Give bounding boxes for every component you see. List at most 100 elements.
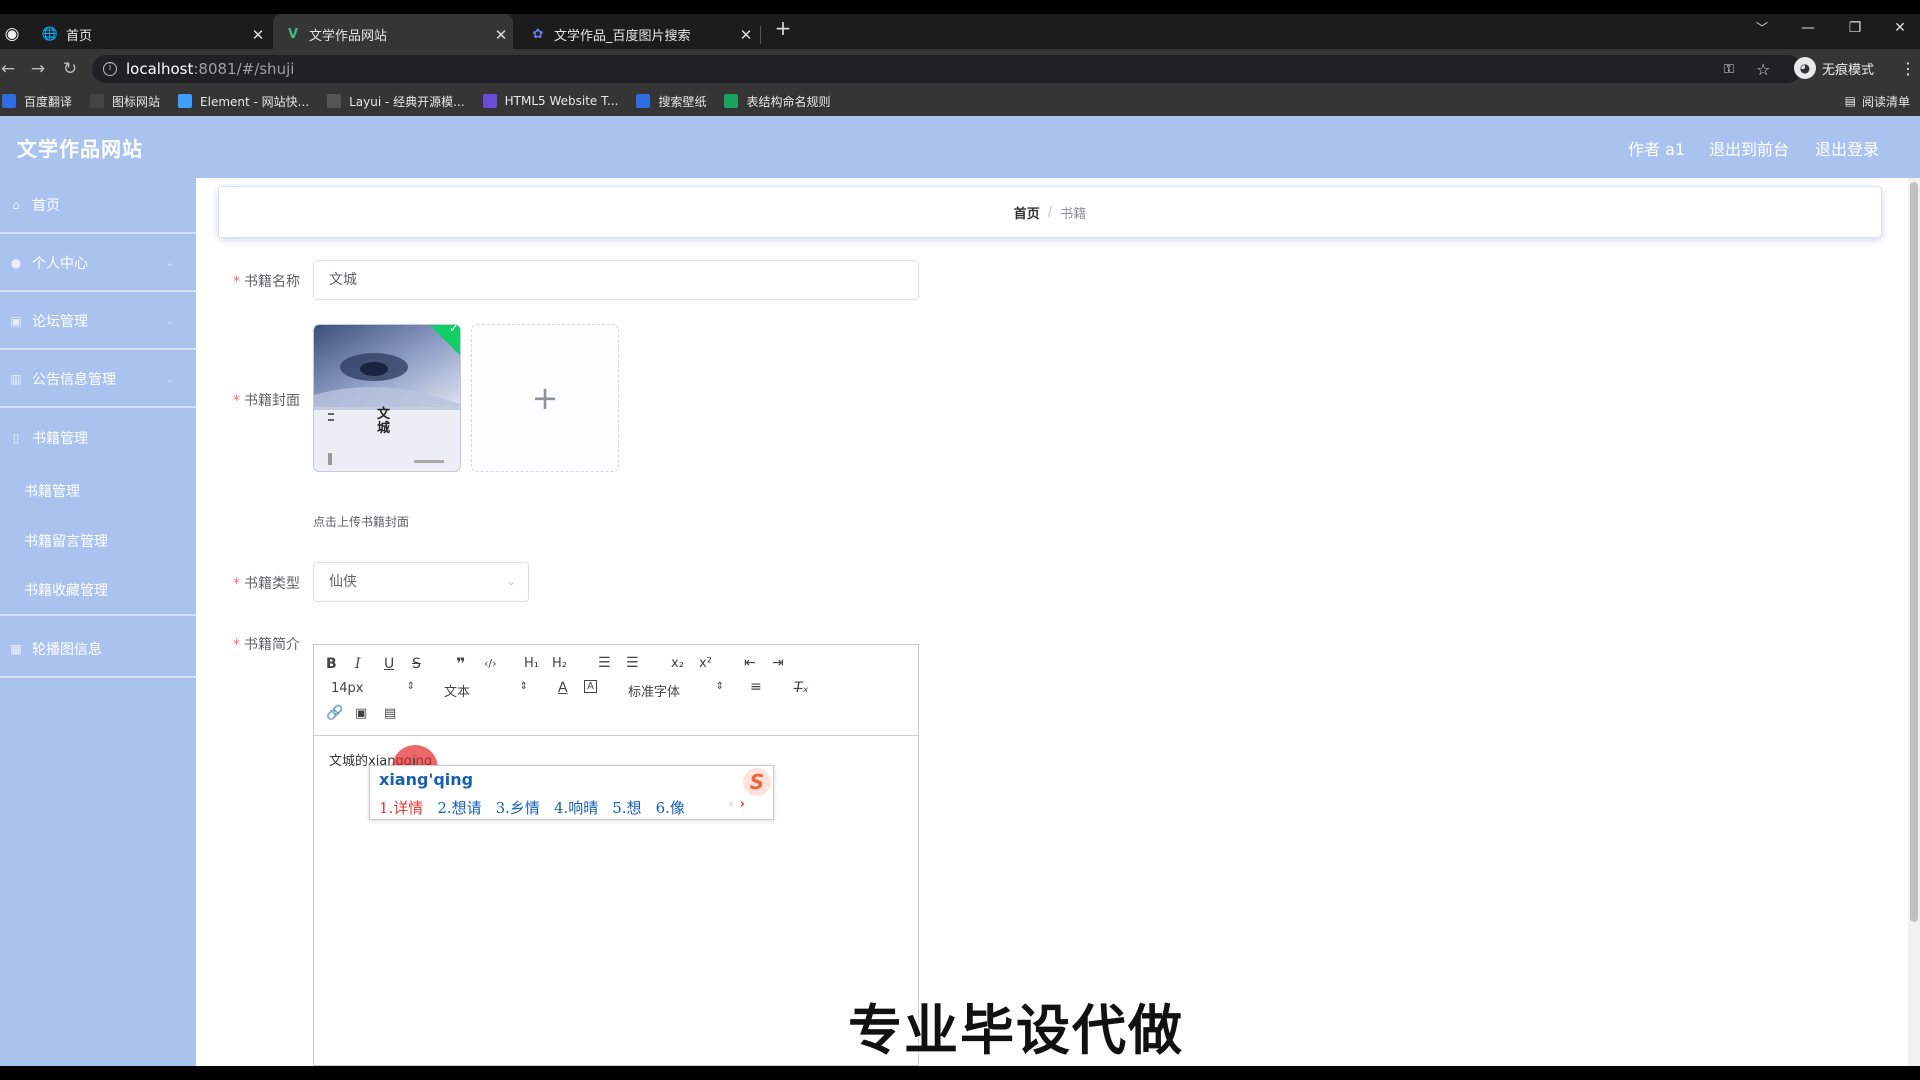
scrollbar-thumb[interactable] [1910,182,1918,922]
exit-to-frontend-link[interactable]: 退出到前台 [1709,136,1789,160]
sidebar-item-books[interactable]: ▯ 书籍管理 [0,410,196,466]
rich-text-editor[interactable]: B I U S ❞ ‹/› H₁ H₂ ☰ ☰ x₂ x² ⇤ ⇥ 14px ⇕ … [313,644,919,1066]
browser-logo-icon: ◉ [4,24,20,44]
author-account-link[interactable]: 作者 a1 [1628,136,1685,160]
subscript-icon[interactable]: x₂ [671,656,684,671]
close-tab-icon[interactable]: ✕ [734,26,758,44]
close-tab-icon[interactable]: ✕ [489,26,513,44]
font-color-icon[interactable]: A [558,680,568,696]
ime-candidate[interactable]: 3.乡情 [496,799,540,817]
ime-prev-icon[interactable]: ‹ [728,797,733,812]
underline-icon[interactable]: U [384,656,394,672]
restore-window-icon[interactable]: ❐ [1835,14,1875,42]
bookmark-item[interactable]: Element - 网站快... [178,93,309,110]
reading-list-icon: ▤ [1844,94,1856,108]
breadcrumb-current: 书籍 [1060,206,1087,222]
chevron-down-icon: ⌄ [506,575,516,588]
updown-icon: ⇕ [519,681,528,692]
font-family-select[interactable]: 标准字体 ⇕ [628,681,724,700]
breadcrumb-home[interactable]: 首页 [1014,203,1040,222]
font-size-select[interactable]: 14px ⇕ [331,681,415,696]
ime-candidate[interactable]: 6.像 [656,799,685,817]
background-color-icon[interactable]: A [584,680,597,693]
sogou-logo-icon: S [743,768,771,796]
ime-candidate[interactable]: 2.想请 [437,799,481,817]
align-icon[interactable]: ≡ [750,679,762,695]
sidebar-subitem-book-favorites[interactable]: 书籍收藏管理 [0,566,196,616]
book-type-select[interactable]: 仙侠 ⌄ [313,562,529,602]
minimize-window-icon[interactable]: — [1788,14,1828,42]
bookmark-item[interactable]: 搜索壁纸 [636,93,706,110]
bookmark-item[interactable]: 表结构命名规则 [724,93,830,110]
site-info-icon[interactable]: i [103,62,117,76]
select-value: 仙侠 [329,574,357,590]
sidebar-item-notice[interactable]: ▥ 公告信息管理 ⌄ [0,352,196,408]
sidebar-item-label: 书籍管理 [32,431,88,447]
bookmark-item[interactable]: HTML5 Website T... [482,94,618,108]
editor-toolbar: B I U S ❞ ‹/› H₁ H₂ ☰ ☰ x₂ x² ⇤ ⇥ 14px ⇕ … [314,645,918,736]
sidebar-item-personal-center[interactable]: ● 个人中心 ⌄ [0,236,196,292]
bold-icon[interactable]: B [326,656,337,672]
bookmark-label: 百度翻译 [24,94,73,109]
heading-2-icon[interactable]: H₂ [552,656,567,671]
forward-arrow-icon[interactable]: → [26,57,50,81]
sidebar-item-home[interactable]: ⌂ 首页 [0,178,196,234]
strikethrough-icon[interactable]: S [412,656,421,672]
sidebar-item-label: 首页 [32,198,60,214]
clear-format-icon[interactable]: T̶ₓ [794,680,809,696]
ordered-list-icon[interactable]: ☰ [598,655,611,671]
page-scrollbar[interactable] [1908,178,1920,1066]
link-icon[interactable]: 🔗 [326,705,343,721]
code-block-icon[interactable]: ‹/› [484,657,497,670]
superscript-icon[interactable]: x² [699,656,712,671]
close-tab-icon[interactable]: ✕ [246,26,270,44]
bookmark-item[interactable]: Layui - 经典开源模... [327,93,465,110]
ime-next-icon[interactable]: › [740,797,745,812]
font-family-value: 标准字体 [628,685,681,700]
close-window-icon[interactable]: ✕ [1880,14,1920,42]
sidebar-subitem-book-management[interactable]: 书籍管理 [0,466,196,516]
video-icon[interactable]: ▤ [384,706,396,721]
header-select[interactable]: 文本 ⇕ [444,681,528,700]
bookmark-star-icon[interactable]: ☆ [1756,49,1770,89]
logout-link[interactable]: 退出登录 [1815,136,1879,160]
sidebar: ⌂ 首页 ● 个人中心 ⌄ ▣ 论坛管理 ⌄ ▥ 公告信息管理 ⌄ ▯ 书籍管理… [0,178,196,1066]
url-host: localhost [126,60,194,78]
tab-search-chevron-icon[interactable]: ﹀ [1742,14,1782,42]
new-tab-button[interactable]: + [768,14,798,44]
outdent-icon[interactable]: ⇤ [744,655,756,671]
indent-icon[interactable]: ⇥ [772,655,784,671]
ime-candidate[interactable]: 4.响晴 [554,799,598,817]
add-cover-button[interactable]: + [471,324,619,472]
reading-list-button[interactable]: ▤ 阅读清单 [1845,86,1910,116]
required-asterisk: * [233,274,240,290]
sidebar-item-carousel[interactable]: ▦ 轮播图信息 [0,622,196,678]
ime-candidate[interactable]: 5.想 [612,799,641,817]
url-field[interactable]: i localhost:8081/#/shuji [92,55,1802,83]
baidu-translate-icon [2,94,16,108]
cover-upload-tip: 点击上传书籍封面 [313,515,410,529]
image-icon[interactable]: ▣ [355,706,367,721]
tab-title: 文学作品网站 [309,29,388,44]
sidebar-item-forum[interactable]: ▣ 论坛管理 ⌄ [0,294,196,350]
book-cover-thumbnail[interactable]: 文 城 ✓ [313,324,461,472]
back-arrow-icon[interactable]: ← [0,57,20,81]
element-hex-icon [178,94,193,108]
bookmark-item[interactable]: 百度翻译 [2,93,72,110]
incognito-profile-button[interactable]: ◕ 无痕模式 ⋮ [1794,53,1916,83]
book-name-input[interactable]: 文城 [313,260,919,300]
tab-title: 首页 [66,29,93,44]
sidebar-subitem-book-comments[interactable]: 书籍留言管理 [0,516,196,566]
bullet-list-icon[interactable]: ☰ [626,655,639,671]
ime-candidate[interactable]: 1.详情 [379,799,423,817]
required-asterisk: * [233,393,240,409]
app-header: 文学作品网站 作者 a1 退出到前台 退出登录 [0,116,1920,178]
reload-icon[interactable]: ↻ [58,57,82,81]
bookmark-item[interactable]: 图标网站 [90,93,160,110]
italic-icon[interactable]: I [355,656,361,672]
heading-1-icon[interactable]: H₁ [524,656,539,671]
password-key-icon[interactable]: ⚿ [1724,49,1734,89]
blockquote-icon[interactable]: ❞ [456,654,465,673]
browser-menu-icon[interactable]: ⋮ [1900,59,1916,78]
check-icon: ✓ [448,324,460,336]
